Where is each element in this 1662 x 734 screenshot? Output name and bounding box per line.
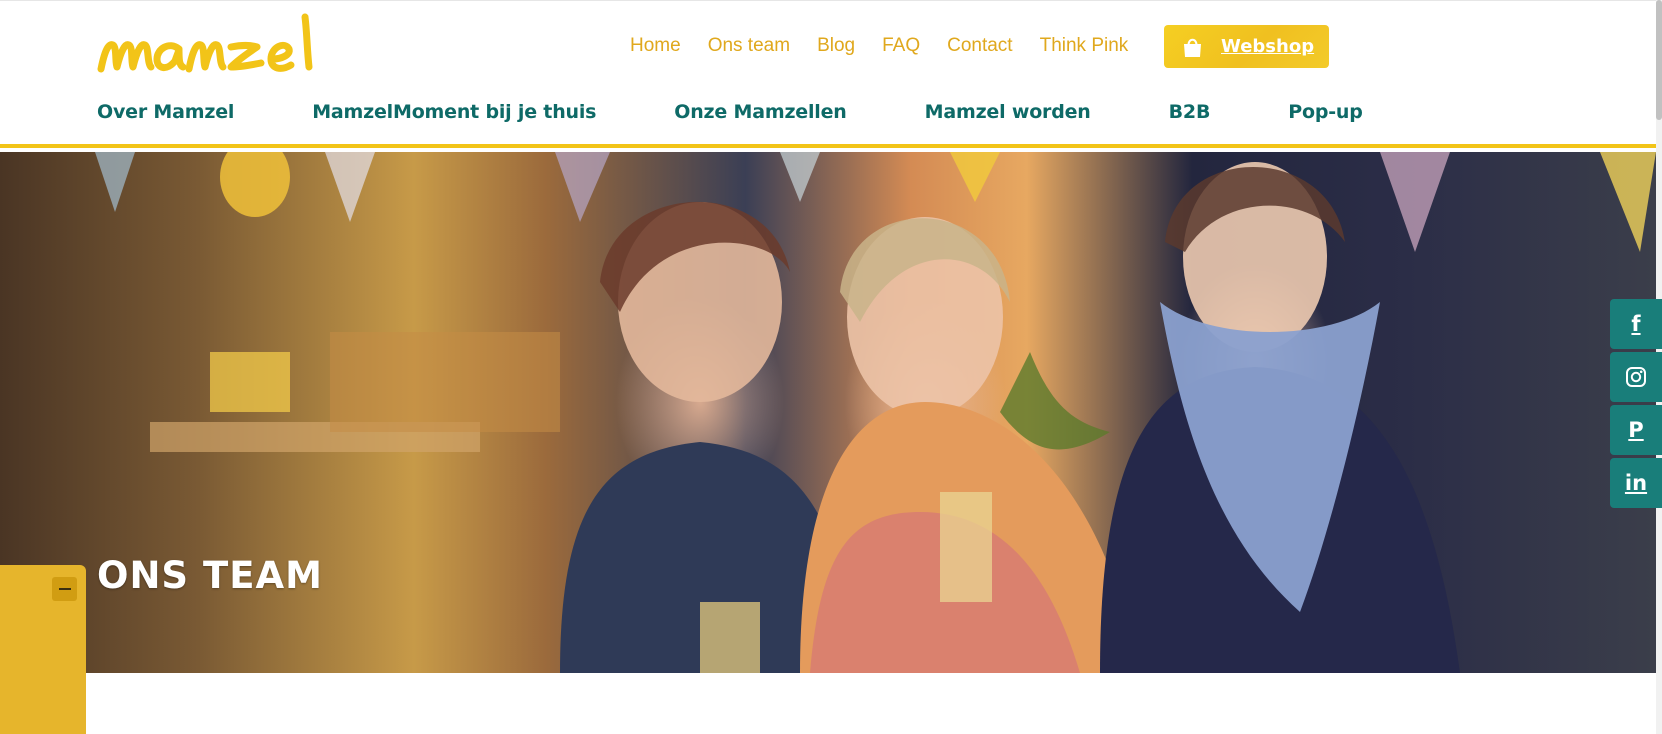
- hero-banner: ONS TEAM: [0, 152, 1656, 673]
- linkedin-link[interactable]: in: [1610, 458, 1662, 508]
- mamzel-logo[interactable]: mamzel: [95, 9, 350, 79]
- main-nav-pop-up[interactable]: Pop-up: [1288, 101, 1363, 123]
- side-panel: [0, 565, 86, 734]
- main-nav-over-mamzel[interactable]: Over Mamzel: [97, 101, 234, 123]
- instagram-icon: [1626, 367, 1646, 387]
- facebook-link[interactable]: f: [1610, 299, 1662, 349]
- facebook-icon: f: [1631, 312, 1641, 336]
- top-nav-blog[interactable]: Blog: [817, 35, 855, 57]
- main-nav-b2b[interactable]: B2B: [1169, 101, 1211, 123]
- minus-icon: [58, 588, 71, 590]
- page-title: ONS TEAM: [97, 554, 323, 597]
- main-nav-mamzel-worden[interactable]: Mamzel worden: [925, 101, 1091, 123]
- instagram-link[interactable]: [1610, 352, 1662, 402]
- top-nav-faq[interactable]: FAQ: [882, 35, 920, 57]
- main-nav-mamzelmoment[interactable]: MamzelMoment bij je thuis: [312, 101, 596, 123]
- top-nav-home[interactable]: Home: [630, 35, 681, 57]
- logo-icon: mamzel: [97, 13, 313, 73]
- webshop-button[interactable]: Webshop: [1164, 25, 1329, 68]
- webshop-label: Webshop: [1221, 36, 1315, 57]
- main-nav-onze-mamzellen[interactable]: Onze Mamzellen: [674, 101, 847, 123]
- linkedin-icon: in: [1624, 471, 1648, 495]
- pinterest-link[interactable]: P: [1610, 405, 1662, 455]
- top-nav-ons-team[interactable]: Ons team: [708, 35, 790, 57]
- site-header: mamzel Home Ons team Blog FAQ Contact Th…: [0, 0, 1656, 148]
- top-nav-contact[interactable]: Contact: [947, 35, 1012, 57]
- collapse-toggle[interactable]: [52, 577, 77, 601]
- top-nav: Home Ons team Blog FAQ Contact Think Pin…: [630, 31, 1155, 61]
- top-nav-think-pink[interactable]: Think Pink: [1040, 35, 1129, 57]
- shopping-bag-icon: [1184, 38, 1201, 57]
- scrollbar-thumb[interactable]: [1656, 0, 1662, 120]
- main-nav: Over Mamzel MamzelMoment bij je thuis On…: [97, 97, 1363, 127]
- pinterest-icon: P: [1628, 418, 1644, 442]
